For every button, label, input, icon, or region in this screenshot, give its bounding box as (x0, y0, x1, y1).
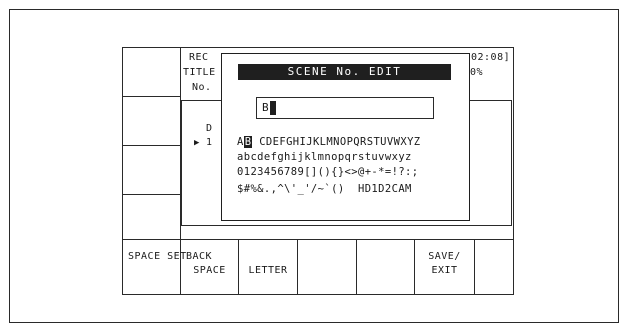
charset-row-digits[interactable]: 0123456789[](){}<>@+-*=!?:; (237, 166, 418, 178)
status-time: 02:08] (471, 52, 511, 63)
status-no: No. (192, 82, 212, 93)
back-space-softkey-line1[interactable]: BACK (186, 250, 236, 264)
charset-row-uppercase-rest[interactable]: CDEFGHIJKLMNOPQRSTUVWXYZ (252, 136, 420, 148)
status-rec: REC (189, 52, 209, 63)
left-panel-row-divider-3 (122, 194, 180, 195)
list-header: D (206, 123, 213, 134)
save-exit-softkey-line1[interactable]: SAVE/ (415, 250, 474, 264)
charset-row-symbols[interactable]: $#%&.,^\'_'/~`() HD1D2CAM (237, 183, 412, 195)
status-title: TITLE (183, 67, 216, 78)
list-row-index[interactable]: 1 (206, 137, 213, 149)
charset-row-uppercase: AB CDEFGHIJKLMNOPQRSTUVWXYZ (237, 136, 421, 148)
left-panel-row-divider-1 (122, 96, 180, 97)
save-exit-softkey-line2[interactable]: EXIT (415, 264, 474, 278)
left-panel-row-divider-2 (122, 145, 180, 146)
scene-name-text: B (262, 101, 270, 114)
scene-name-value: B (262, 102, 269, 114)
softkey-divider-3 (297, 239, 298, 295)
scene-name-input[interactable] (256, 97, 434, 119)
row-selection-icon: ▶ (194, 138, 200, 148)
status-percent: 0% (470, 67, 484, 78)
dialog-title: SCENE No. EDIT (238, 64, 451, 80)
space-set-softkey[interactable]: SPACE SET (128, 250, 187, 264)
softkey-divider-6 (474, 239, 475, 295)
charset-row-lowercase[interactable]: abcdefghijklmnopqrstuvwxyz (237, 151, 412, 163)
back-space-softkey-line2[interactable]: SPACE (181, 264, 238, 278)
char-a-key[interactable]: A (237, 136, 244, 148)
letter-softkey[interactable]: LETTER (239, 264, 297, 278)
softkey-divider-4 (356, 239, 357, 295)
text-cursor (270, 101, 276, 115)
